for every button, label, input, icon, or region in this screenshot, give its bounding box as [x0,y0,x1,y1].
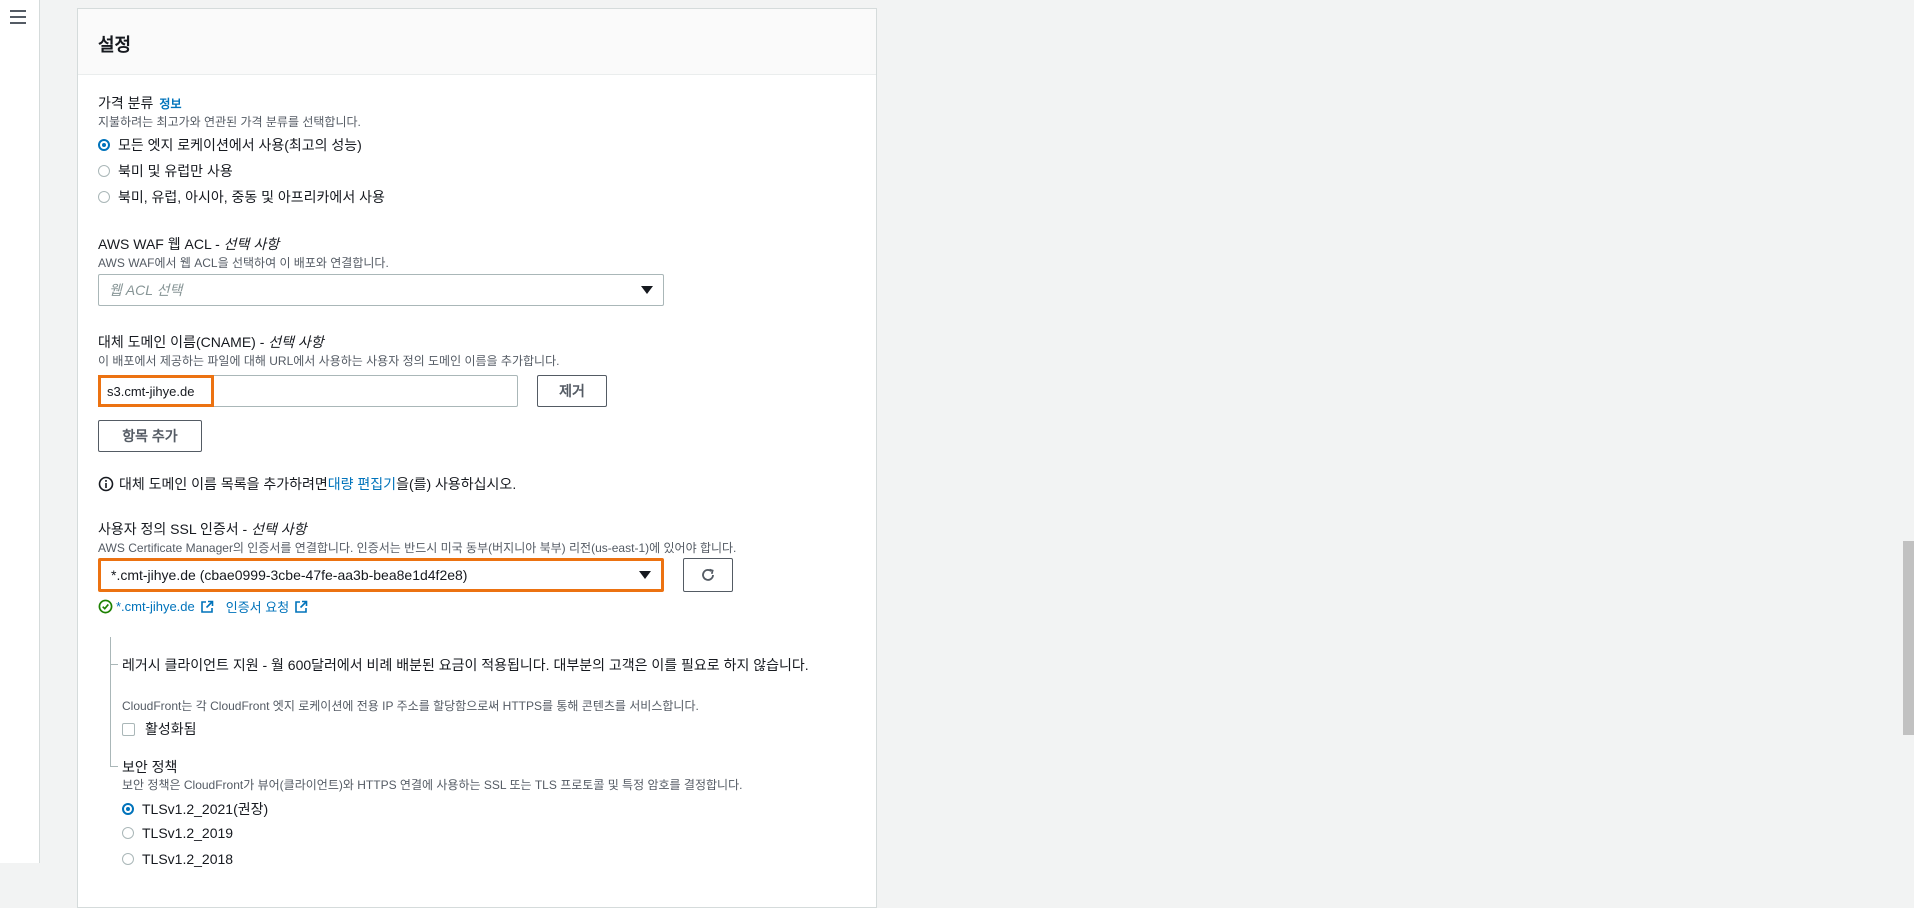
web-acl-placeholder: 웹 ACL 선택 [109,282,183,298]
info-icon [98,476,114,492]
radio-unselected[interactable] [98,165,110,177]
menu-icon[interactable] [10,10,26,24]
tree-line-branch [110,664,118,665]
page-title: 설정 [98,35,132,55]
security-policy-label: 보안 정책 [122,759,178,775]
ssl-certificate-value: *.cmt-jihye.de (cbae0999-3cbe-47fe-aa3b-… [111,567,468,583]
cname-value: s3.cmt-jihye.de [107,383,195,399]
legacy-client-label: 레거시 클라이언트 지원 - 월 600달러에서 비례 배분된 요금이 적용됩니… [122,657,809,673]
request-certificate-link[interactable]: 인증서 요청 [226,597,289,616]
radio-label: 모든 엣지 로케이션에서 사용(최고의 성능) [118,137,362,153]
web-acl-select[interactable]: 웹 ACL 선택 [98,274,664,306]
success-check-icon [98,599,113,614]
settings-panel: 설정 가격 분류 정보 지불하려는 최고가와 연관된 가격 분류를 선택합니다. … [77,8,877,908]
radio-label: TLSv1.2_2021(권장) [142,801,269,817]
add-item-button-label: 항목 추가 [122,428,178,444]
radio-unselected[interactable] [122,853,134,865]
radio-unselected[interactable] [122,827,134,839]
radio-selected[interactable] [122,803,134,815]
cname-value-highlight[interactable]: s3.cmt-jihye.de [98,375,214,407]
certificate-link[interactable]: *.cmt-jihye.de [116,599,195,614]
legacy-client-description: CloudFront는 각 CloudFront 엣지 로케이션에 전용 IP … [122,699,699,713]
external-link-icon [200,600,214,613]
bulk-edit-prefix: 대체 도메인 이름 목록을 추가하려면 [119,476,328,492]
security-policy-option-2021[interactable]: TLSv1.2_2021(권장) [122,799,268,819]
radio-label: TLSv1.2_2018 [142,851,234,867]
price-class-label: 가격 분류 [98,95,154,111]
caret-down-icon [641,286,653,294]
price-class-option-na-eu[interactable]: 북미 및 유럽만 사용 [98,161,233,181]
ssl-label: 사용자 정의 SSL 인증서 - [98,521,252,537]
side-navigation [0,0,40,863]
page-scrollbar[interactable] [1903,541,1914,735]
refresh-icon [702,568,714,581]
legacy-enabled-checkbox[interactable] [122,722,135,736]
waf-label-row: AWS WAF 웹 ACL - 선택 사항 [98,234,279,254]
radio-label: TLSv1.2_2019 [142,825,234,841]
waf-label: AWS WAF 웹 ACL - [98,236,224,252]
price-class-option-na-eu-asia[interactable]: 북미, 유럽, 아시아, 중동 및 아프리카에서 사용 [98,187,385,207]
radio-selected[interactable] [98,139,110,151]
price-class-info-link[interactable]: 정보 [159,97,181,111]
waf-description: AWS WAF에서 웹 ACL을 선택하여 이 배포와 연결합니다. [98,256,389,270]
cname-optional: 선택 사항 [268,334,324,350]
remove-button[interactable]: 제거 [537,375,607,407]
ssl-certificate-select[interactable]: *.cmt-jihye.de (cbae0999-3cbe-47fe-aa3b-… [98,558,664,592]
cname-label: 대체 도메인 이름(CNAME) - [98,334,269,350]
external-link-icon [295,600,308,613]
refresh-button[interactable] [683,558,733,592]
bulk-edit-suffix: 을(를) 사용하십시오. [396,476,517,492]
panel-header: 설정 [78,9,876,75]
waf-optional: 선택 사항 [223,236,280,252]
bulk-edit-info: 대체 도메인 이름 목록을 추가하려면 대량 편집기 을(를) 사용하십시오. [98,474,516,494]
security-policy-description: 보안 정책은 CloudFront가 뷰어(클라이언트)와 HTTPS 연결에 … [122,778,743,792]
price-class-option-all[interactable]: 모든 엣지 로케이션에서 사용(최고의 성능) [98,135,362,155]
cname-label-row: 대체 도메인 이름(CNAME) - 선택 사항 [98,332,324,352]
remove-button-label: 제거 [559,383,585,399]
radio-unselected[interactable] [98,191,110,203]
security-policy-option-2018[interactable]: TLSv1.2_2018 [122,851,233,867]
certificate-links-row: *.cmt-jihye.de 인증서 요청 [98,597,308,616]
tree-line-branch [110,766,118,767]
ssl-optional: 선택 사항 [251,521,307,537]
ssl-label-row: 사용자 정의 SSL 인증서 - 선택 사항 [98,519,307,539]
security-policy-option-2019[interactable]: TLSv1.2_2019 [122,825,233,841]
tree-line-vertical [110,637,111,767]
cname-description: 이 배포에서 제공하는 파일에 대해 URL에서 사용하는 사용자 정의 도메인… [98,354,560,368]
legacy-enabled-option[interactable]: 활성화됨 [122,719,197,739]
add-item-button[interactable]: 항목 추가 [98,420,202,452]
price-class-description: 지불하려는 최고가와 연관된 가격 분류를 선택합니다. [98,115,361,129]
price-class-label-row: 가격 분류 정보 [98,93,182,113]
caret-down-icon [639,571,651,579]
bulk-editor-link[interactable]: 대량 편집기 [328,474,396,494]
radio-label: 북미 및 유럽만 사용 [118,163,233,179]
legacy-enabled-label: 활성화됨 [145,721,197,737]
radio-label: 북미, 유럽, 아시아, 중동 및 아프리카에서 사용 [118,189,385,205]
ssl-description: AWS Certificate Manager의 인증서를 연결합니다. 인증서… [98,541,737,555]
